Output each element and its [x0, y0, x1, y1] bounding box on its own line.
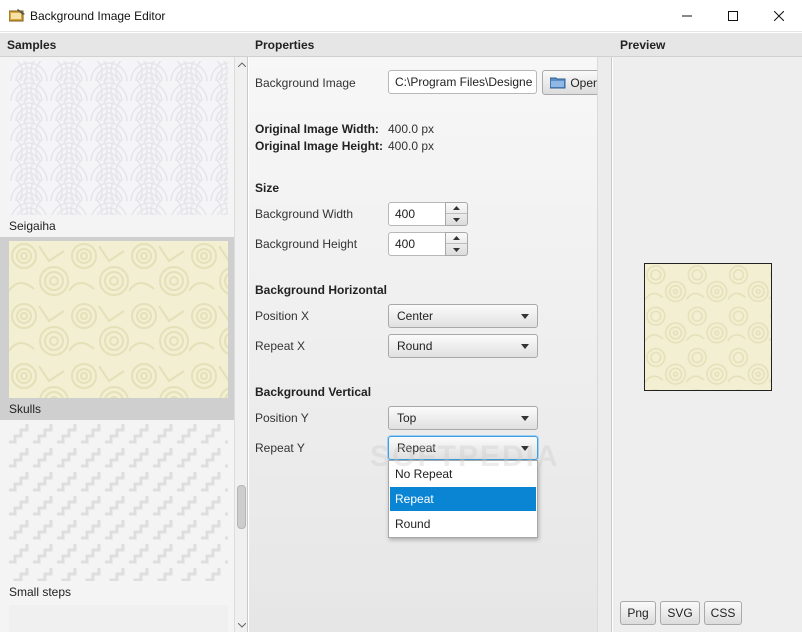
- position-y-label: Position Y: [255, 411, 309, 425]
- chevron-down-icon: [237, 622, 246, 628]
- properties-scrollbar[interactable]: [597, 57, 611, 632]
- repeat-x-select[interactable]: Round: [388, 334, 538, 358]
- dropdown-arrow-icon: [521, 344, 529, 349]
- chevron-down-icon: [453, 217, 460, 222]
- dropdown-arrow-icon: [521, 314, 529, 319]
- background-width-spinner[interactable]: 400: [388, 202, 468, 226]
- horizontal-section-title: Background Horizontal: [255, 283, 388, 297]
- background-height-spinner[interactable]: 400: [388, 232, 468, 256]
- title-bar: Background Image Editor: [0, 0, 802, 32]
- minimize-button[interactable]: [664, 0, 710, 31]
- close-icon: [774, 10, 784, 21]
- background-width-label: Background Width: [255, 207, 354, 221]
- export-png-button[interactable]: Png: [620, 601, 656, 625]
- original-height-value: 400.0 px: [388, 139, 435, 153]
- minimize-icon: [682, 15, 692, 16]
- vertical-section-title: Background Vertical: [255, 385, 372, 399]
- next-pattern-thumbnail: [9, 605, 228, 632]
- sample-item-small-steps[interactable]: Small steps: [0, 420, 234, 603]
- chevron-up-icon: [453, 206, 460, 210]
- sample-label: Skulls: [9, 402, 42, 416]
- preview-panel: Png SVG CSS: [613, 57, 802, 632]
- increment-button[interactable]: [446, 233, 467, 244]
- sample-item-skulls[interactable]: Skulls: [0, 237, 234, 420]
- scroll-down-button[interactable]: [235, 618, 247, 632]
- size-section-title: Size: [255, 181, 280, 195]
- option-round[interactable]: Round: [390, 512, 536, 536]
- samples-panel: Seigaiha Skulls Small steps: [0, 57, 248, 632]
- original-width-label: Original Image Width:: [255, 122, 379, 136]
- background-width-input[interactable]: 400: [388, 202, 446, 226]
- increment-button[interactable]: [446, 203, 467, 214]
- scroll-thumb[interactable]: [237, 485, 246, 529]
- chevron-up-icon: [453, 236, 460, 240]
- option-repeat[interactable]: Repeat: [390, 487, 536, 511]
- repeat-x-label: Repeat X: [255, 339, 306, 353]
- maximize-button[interactable]: [710, 0, 756, 31]
- scroll-up-button[interactable]: [235, 57, 247, 71]
- dropdown-arrow-icon: [521, 416, 529, 421]
- position-x-label: Position X: [255, 309, 310, 323]
- position-y-value: Top: [397, 411, 417, 425]
- samples-header: Samples: [7, 38, 57, 52]
- skulls-pattern-thumbnail: [9, 241, 228, 398]
- small-steps-pattern-thumbnail: [9, 424, 228, 581]
- background-height-label: Background Height: [255, 237, 358, 251]
- position-x-value: Center: [397, 309, 434, 323]
- sample-label: Seigaiha: [9, 219, 56, 233]
- maximize-icon: [728, 10, 738, 21]
- background-height-input[interactable]: 400: [388, 232, 446, 256]
- background-image-label: Background Image: [255, 76, 356, 90]
- position-y-select[interactable]: Top: [388, 406, 538, 430]
- repeat-x-value: Round: [397, 339, 433, 353]
- seigaiha-pattern-thumbnail: [9, 61, 228, 215]
- export-svg-button[interactable]: SVG: [660, 601, 700, 625]
- decrement-button[interactable]: [446, 244, 467, 255]
- original-width-value: 400.0 px: [388, 122, 435, 136]
- open-button-label: Open: [570, 75, 600, 90]
- sample-item-seigaiha[interactable]: Seigaiha: [0, 57, 234, 237]
- original-height-label: Original Image Height:: [255, 139, 384, 153]
- position-x-select[interactable]: Center: [388, 304, 538, 328]
- window-title: Background Image Editor: [30, 9, 166, 23]
- samples-scrollbar[interactable]: [234, 57, 247, 632]
- folder-icon: [550, 77, 566, 89]
- background-preview-image: [644, 263, 772, 391]
- sample-label: Small steps: [9, 585, 72, 599]
- close-button[interactable]: [756, 0, 802, 31]
- properties-panel: Background Image C:\Program Files\Design…: [249, 57, 612, 632]
- repeat-y-label: Repeat Y: [255, 441, 305, 455]
- preview-header: Preview: [620, 38, 666, 52]
- background-image-path-field[interactable]: C:\Program Files\Designe: [388, 70, 537, 94]
- editor-app-icon: [9, 9, 25, 22]
- watermark: SOFTPEDIA: [370, 440, 560, 473]
- properties-header: Properties: [255, 38, 315, 52]
- section-headers: Samples Properties Preview: [0, 33, 802, 57]
- chevron-down-icon: [453, 247, 460, 252]
- chevron-up-icon: [237, 61, 246, 67]
- decrement-button[interactable]: [446, 214, 467, 225]
- export-css-button[interactable]: CSS: [704, 601, 742, 625]
